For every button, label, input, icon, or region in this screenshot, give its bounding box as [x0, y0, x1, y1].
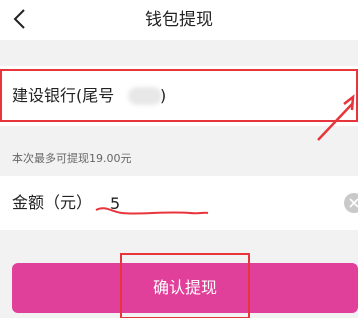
- page-title: 钱包提现: [145, 10, 213, 30]
- bank-card-paren: ): [160, 86, 167, 105]
- bank-card-label: 建设银行(尾号: [12, 86, 115, 105]
- confirm-withdraw-button[interactable]: 确认提现: [12, 263, 358, 313]
- max-withdraw-hint: 本次最多可提现19.00元: [12, 152, 132, 165]
- bank-card-selector[interactable]: 建设银行(尾号 ): [0, 66, 358, 126]
- amount-input[interactable]: [110, 188, 310, 218]
- amount-row: 金额（元）: [0, 176, 358, 230]
- clear-icon[interactable]: [344, 193, 358, 213]
- amount-label: 金额（元）: [12, 193, 93, 212]
- header-bar: 钱包提现: [0, 0, 358, 40]
- masked-card-number: [128, 87, 162, 105]
